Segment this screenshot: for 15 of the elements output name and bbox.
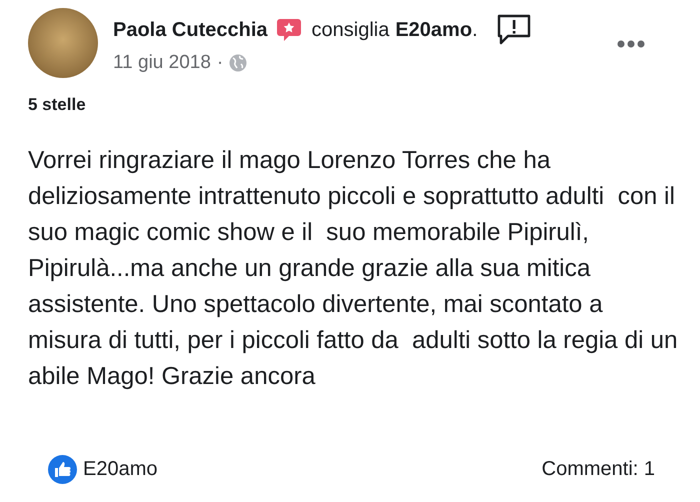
comments-count[interactable]: Commenti: 1 [542,458,655,481]
separator-dot: · [216,52,224,74]
star-badge-icon [276,17,302,43]
period-text: . [472,18,478,42]
report-icon[interactable] [496,14,532,46]
page-link[interactable]: E20amo [395,18,472,42]
action-text: consiglia [312,18,390,42]
author-name[interactable]: Paola Cutecchia [113,18,268,42]
reaction-name[interactable]: E20amo [83,458,542,481]
globe-icon [229,54,248,72]
rating-text: 5 stelle [28,95,87,115]
review-text: Vorrei ringraziare il mago Lorenzo Torres che ha deliziosamente intrattenuto piccoli e soprattutto adulti con il suo magic comic show e il suo memorabile Pipirulì, Pipirulà...ma anche un grande grazie alla sua mitica assistente. Uno spettacolo divertente, mai scontato a misura di tutti, per i piccoli fatto da adulti sotto la regia di un abile Mago! Grazie ancora [28,146,678,392]
like-icon [48,455,77,484]
post-date[interactable]: 11 giu 2018 [113,52,211,74]
more-options-icon[interactable] [617,40,645,48]
